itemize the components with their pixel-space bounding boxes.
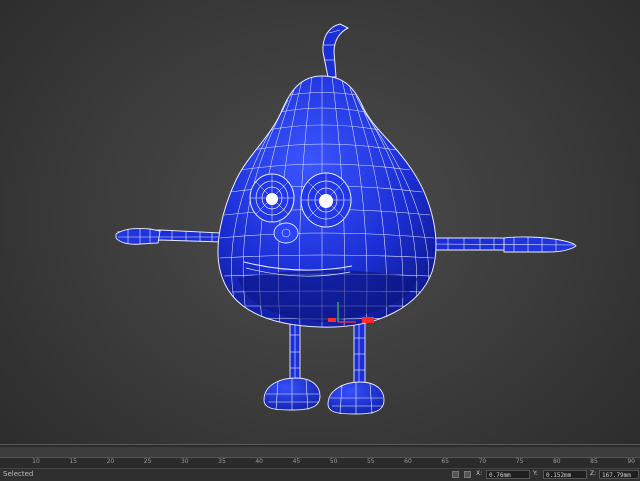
left-foot[interactable] bbox=[263, 377, 321, 411]
right-arm[interactable] bbox=[431, 236, 577, 253]
y-coordinate-field[interactable]: 0.152mm bbox=[543, 470, 587, 479]
z-coordinate-field[interactable]: 167.79mm bbox=[599, 470, 639, 479]
timeline-tick-label: 85 bbox=[590, 458, 598, 465]
right-eye bbox=[300, 172, 352, 228]
timeline-tick-label: 10 bbox=[32, 458, 40, 465]
timeline-tick-label: 50 bbox=[329, 458, 338, 465]
x-coordinate-field[interactable]: 0.76mm bbox=[486, 470, 530, 479]
z-label: Z: bbox=[590, 470, 597, 477]
nose bbox=[273, 222, 299, 244]
timeline-tick-label: 35 bbox=[218, 458, 226, 465]
y-label: Y: bbox=[533, 470, 538, 477]
timeline-tick-label: 90 bbox=[627, 458, 636, 465]
absolute-mode-icon[interactable] bbox=[464, 471, 471, 478]
timeline-tick-label: 60 bbox=[404, 458, 412, 465]
perspective-viewport[interactable] bbox=[0, 0, 640, 444]
left-leg[interactable] bbox=[289, 317, 301, 381]
left-arm[interactable] bbox=[115, 228, 223, 245]
timeline-tick-label: 15 bbox=[69, 458, 78, 465]
timeline-tick-label: 65 bbox=[441, 458, 450, 465]
stem[interactable] bbox=[322, 23, 350, 78]
left-eye bbox=[249, 173, 295, 223]
timeline[interactable]: 10 15 20 25 30 35 40 45 50 55 60 65 70 75 80 85 90 bbox=[0, 444, 640, 469]
lock-selection-icon[interactable] bbox=[452, 471, 459, 478]
pear-character-wireframe[interactable] bbox=[0, 0, 640, 444]
timeline-tick-label: 45 bbox=[292, 458, 301, 465]
timeline-tick-label: 80 bbox=[552, 458, 561, 465]
timeline-tick-label: 40 bbox=[255, 458, 264, 465]
selection-status: Selected bbox=[3, 470, 34, 478]
timeline-tick-label: 20 bbox=[106, 458, 115, 465]
timeline-tick-label: 55 bbox=[366, 458, 375, 465]
x-label: X: bbox=[476, 470, 483, 477]
time-slider-track[interactable] bbox=[0, 447, 640, 458]
timeline-tick-label: 25 bbox=[143, 458, 152, 465]
timeline-tick-label: 30 bbox=[180, 458, 189, 465]
status-bar: Selected X: 0.76mm Y: 0.152mm Z: 167.79m… bbox=[0, 468, 640, 481]
right-leg[interactable] bbox=[353, 321, 366, 385]
timeline-tick-label: 70 bbox=[478, 458, 487, 465]
timeline-tick-label: 75 bbox=[515, 458, 524, 465]
right-foot[interactable] bbox=[327, 381, 385, 415]
